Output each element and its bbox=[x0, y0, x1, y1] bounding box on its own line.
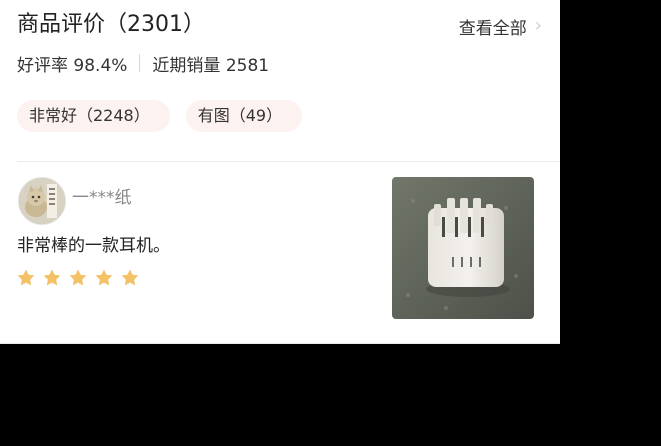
filter-tags: 非常好（2248） 有图（49） bbox=[17, 100, 303, 132]
star-icon bbox=[17, 269, 35, 286]
section-divider bbox=[17, 161, 560, 162]
tag-very-good[interactable]: 非常好（2248） bbox=[17, 100, 170, 132]
recent-sales-text: 近期销量 2581 bbox=[152, 55, 270, 76]
user-avatar[interactable] bbox=[18, 177, 66, 225]
review-username: 一***纸 bbox=[72, 188, 132, 208]
review-header: 商品评价（2301） 查看全部 › bbox=[17, 9, 542, 45]
review-stats: 好评率 98.4% 近期销量 2581 bbox=[17, 50, 269, 76]
review-card: 商品评价（2301） 查看全部 › 好评率 98.4% 近期销量 2581 非常… bbox=[0, 0, 560, 343]
user-avatar-photo bbox=[19, 178, 65, 224]
chevron-right-icon: › bbox=[534, 15, 542, 36]
card-bottom-border bbox=[0, 343, 560, 344]
review-rating bbox=[16, 268, 140, 288]
star-icon bbox=[121, 269, 139, 286]
star-icon bbox=[95, 269, 113, 286]
view-all-label: 查看全部 bbox=[458, 18, 527, 39]
tag-with-photos[interactable]: 有图（49） bbox=[185, 100, 303, 132]
star-icon bbox=[69, 269, 87, 286]
view-all-button[interactable]: 查看全部 › bbox=[459, 13, 542, 39]
good-rate-text: 好评率 98.4% bbox=[17, 55, 128, 76]
review-text: 非常棒的一款耳机。 bbox=[17, 236, 170, 256]
review-section-title: 商品评价（2301） bbox=[17, 12, 205, 37]
screen: 商品评价（2301） 查看全部 › 好评率 98.4% 近期销量 2581 非常… bbox=[0, 0, 661, 446]
product-photo bbox=[392, 177, 534, 319]
review-photo[interactable] bbox=[392, 177, 534, 319]
stat-divider bbox=[139, 54, 141, 72]
star-icon bbox=[43, 269, 61, 286]
